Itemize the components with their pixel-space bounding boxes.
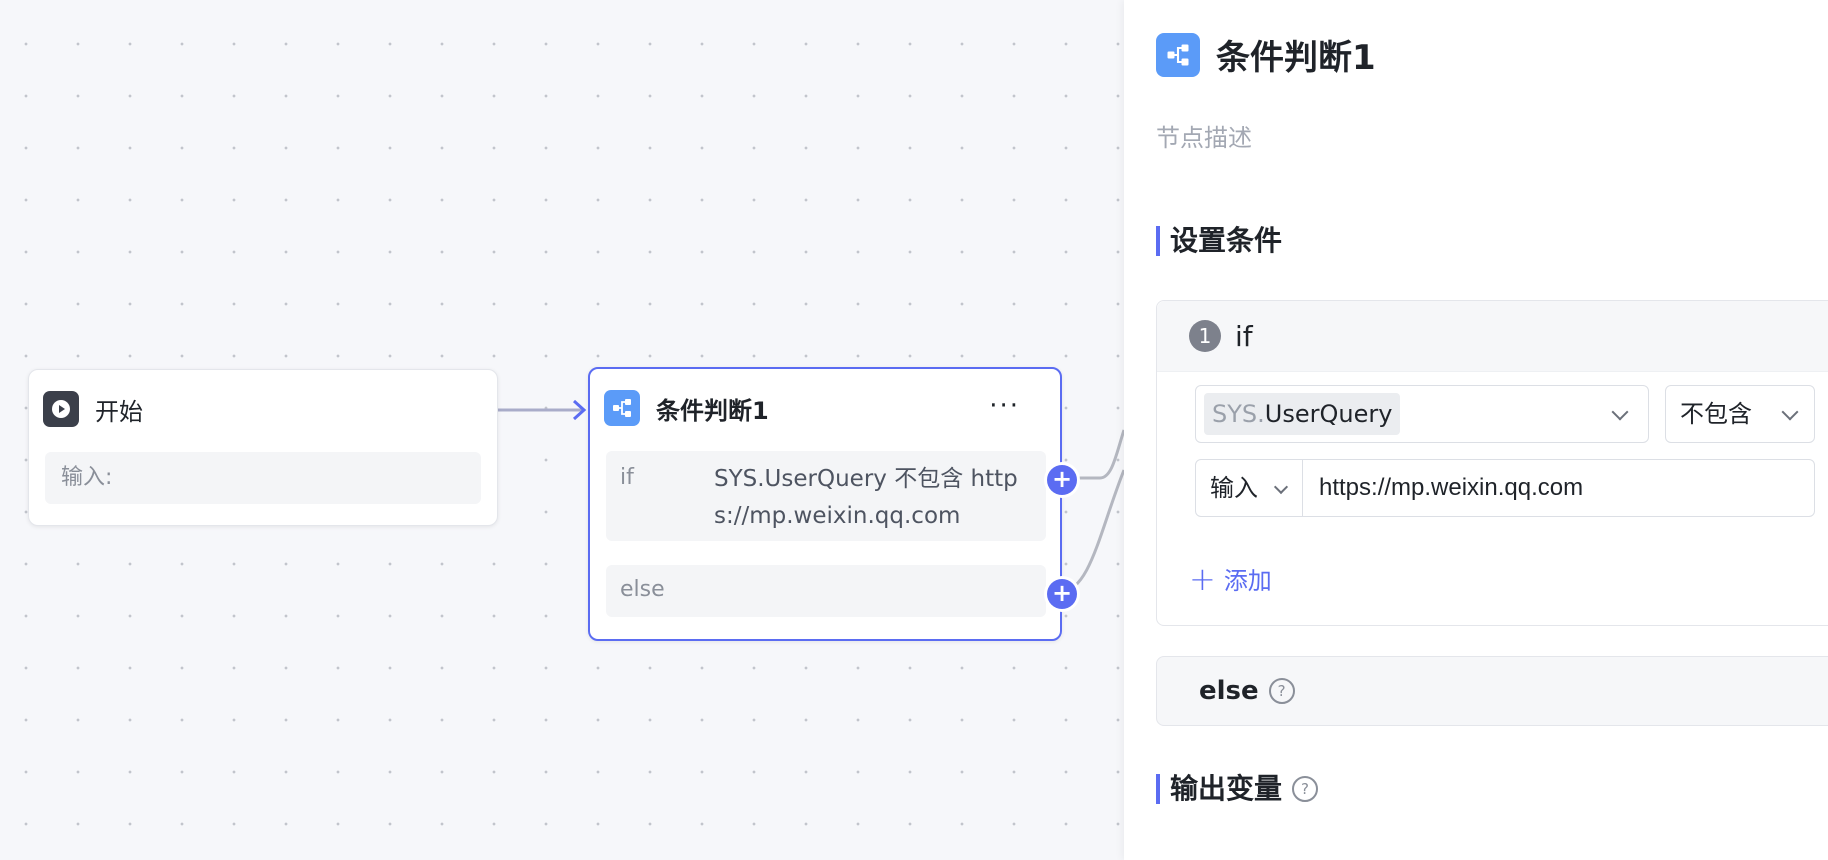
if-condition-card: 1 if SYS. UserQuery 不包含 输入 https://mp.we…: [1156, 300, 1828, 626]
conditions-section-title: 设置条件: [1156, 226, 1282, 256]
more-options-icon[interactable]: ···: [989, 393, 1020, 419]
condition-node-header: 条件判断1: [604, 389, 769, 427]
output-section-label: 输出变量: [1170, 772, 1283, 805]
panel-title[interactable]: 条件判断1: [1216, 30, 1376, 79]
else-add-next-icon[interactable]: +: [1047, 579, 1077, 609]
condition-node-title: 条件判断1: [656, 396, 769, 425]
operator-value: 不包含: [1680, 400, 1752, 428]
play-icon: [43, 391, 79, 427]
else-label: else: [1199, 676, 1259, 706]
variable-tag: SYS. UserQuery: [1204, 393, 1401, 435]
help-icon[interactable]: ?: [1268, 678, 1295, 704]
if-branch-condition: SYS.UserQuery 不包含 https://mp.weixin.qq.c…: [714, 466, 1018, 529]
panel-header: 条件判断1: [1156, 30, 1376, 79]
value-source-select[interactable]: 输入: [1195, 459, 1303, 517]
branch-icon: [604, 390, 640, 426]
help-icon[interactable]: ?: [1292, 776, 1319, 802]
variable-select[interactable]: SYS. UserQuery: [1195, 385, 1649, 443]
if-branch-key: if: [620, 465, 634, 490]
node-description-field[interactable]: 节点描述: [1156, 118, 1252, 153]
else-branch[interactable]: else: [606, 565, 1046, 617]
edge-arrowhead: [572, 399, 587, 421]
output-section-title: 输出变量 ?: [1156, 772, 1319, 805]
value-source-label: 输入: [1210, 474, 1258, 502]
operator-select[interactable]: 不包含: [1665, 385, 1815, 443]
chevron-down-icon: [1611, 403, 1629, 421]
variable-name: UserQuery: [1264, 400, 1393, 428]
plus-icon: +: [1189, 559, 1216, 598]
condition-node[interactable]: 条件判断1 ··· if SYS.UserQuery 不包含 https://m…: [588, 367, 1077, 641]
if-branch[interactable]: if SYS.UserQuery 不包含 https://mp.weixin.q…: [606, 451, 1046, 541]
if-label: if: [1235, 319, 1253, 353]
condition-index-badge: 1: [1189, 320, 1221, 352]
start-node-header: 开始: [43, 390, 143, 428]
add-condition-label: 添加: [1223, 567, 1272, 595]
add-condition-button[interactable]: + 添加: [1189, 561, 1272, 596]
start-node-input-label: 输入:: [45, 452, 481, 504]
start-node-title: 开始: [95, 397, 143, 426]
if-add-next-icon[interactable]: +: [1047, 465, 1077, 495]
condition-value-input[interactable]: https://mp.weixin.qq.com: [1302, 459, 1815, 517]
workflow-canvas[interactable]: 开始 输入: 条件判断1 ··· if SYS.UserQuery 不包含 ht…: [0, 0, 1124, 860]
conditions-section-label: 设置条件: [1170, 224, 1283, 257]
start-node[interactable]: 开始 输入:: [28, 369, 498, 526]
variable-prefix: SYS.: [1212, 400, 1265, 428]
else-branch-key: else: [620, 577, 665, 602]
chevron-down-icon: [1273, 479, 1289, 495]
else-card: else ?: [1156, 656, 1828, 726]
if-card-header: 1 if: [1157, 301, 1828, 372]
branch-icon: [1156, 32, 1200, 77]
chevron-down-icon: [1781, 403, 1799, 421]
node-settings-panel: 条件判断1 节点描述 设置条件 1 if SYS. UserQuery 不包含 …: [1124, 0, 1828, 860]
